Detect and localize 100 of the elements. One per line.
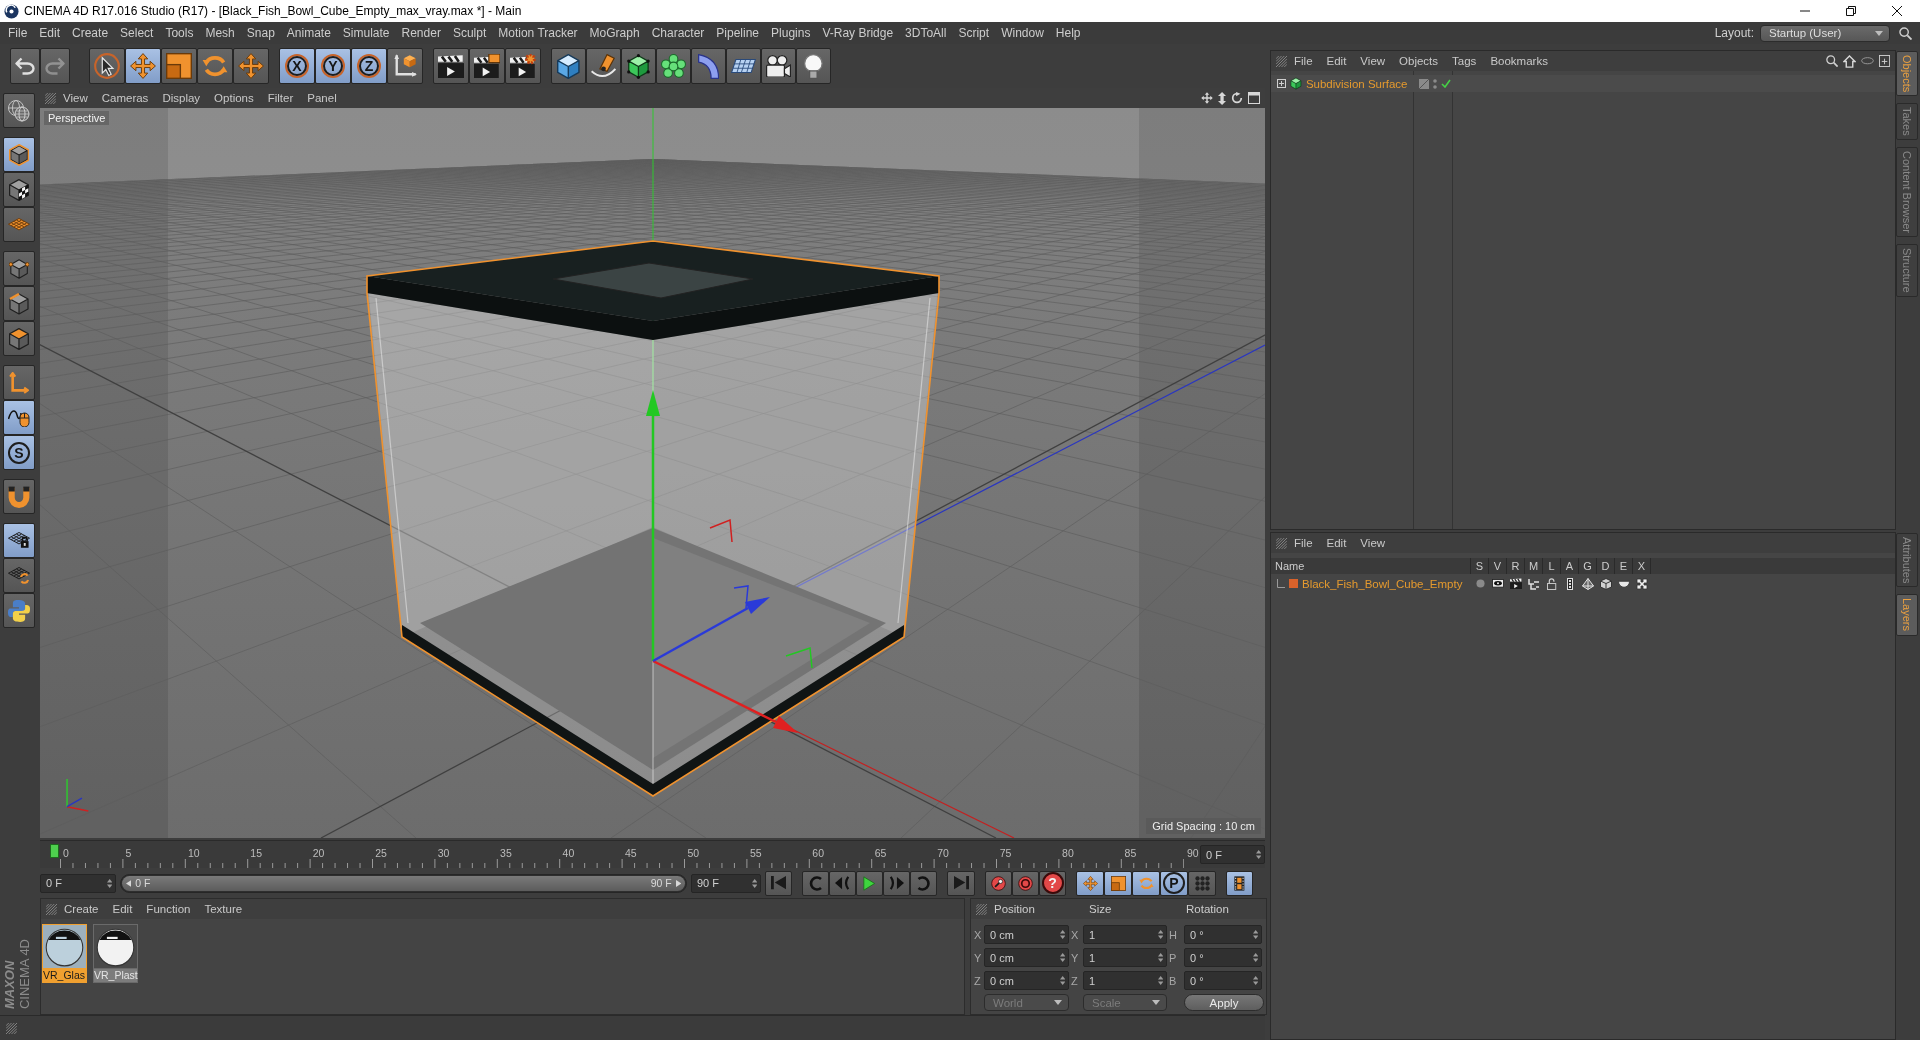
viewport-menu-item[interactable]: Panel xyxy=(300,89,344,107)
search-icon[interactable] xyxy=(1825,55,1838,67)
pyramid-icon[interactable] xyxy=(1582,577,1594,590)
points-mode-button[interactable] xyxy=(3,251,35,286)
material-item[interactable]: VR_Glas xyxy=(42,924,87,983)
python-button[interactable] xyxy=(3,593,35,628)
move-view-icon[interactable] xyxy=(1200,92,1213,104)
layout-dropdown[interactable]: Startup (User) xyxy=(1760,24,1890,42)
padlock-icon[interactable] xyxy=(1547,577,1557,590)
menu-item[interactable]: Character xyxy=(645,23,711,43)
menu-item[interactable]: Create xyxy=(66,23,115,43)
start-frame-field[interactable]: 0 F xyxy=(40,873,116,893)
axis-lock-button[interactable]: X xyxy=(279,48,315,84)
next-key-button[interactable] xyxy=(910,870,937,896)
subdivision-button[interactable] xyxy=(621,48,656,84)
close-icon[interactable] xyxy=(1892,6,1902,16)
menu-item[interactable]: Edit xyxy=(33,23,67,43)
axis-lock-button[interactable]: Y xyxy=(315,48,351,84)
menu-item[interactable]: Script xyxy=(952,23,996,43)
light-button[interactable] xyxy=(796,48,831,84)
play-button[interactable] xyxy=(856,870,883,896)
menu-item[interactable]: File xyxy=(2,23,34,43)
zoom-view-icon[interactable] xyxy=(1217,91,1226,105)
coordinate-field[interactable]: 1 xyxy=(1083,948,1167,967)
step-forward-button[interactable] xyxy=(883,870,910,896)
menu-item[interactable]: Select xyxy=(114,23,160,43)
polygons-mode-button[interactable] xyxy=(3,321,35,356)
menu-item[interactable]: Plugins xyxy=(765,23,817,43)
clapperboard-icon[interactable] xyxy=(1510,577,1522,590)
search-icon[interactable] xyxy=(1898,26,1912,40)
workplane-align-button[interactable] xyxy=(3,558,35,593)
hierarchy-icon[interactable] xyxy=(1528,577,1540,590)
layer-menu-item[interactable]: View xyxy=(1353,534,1393,552)
plane-handle[interactable] xyxy=(785,647,813,669)
scale-key-button[interactable] xyxy=(1104,870,1132,896)
scale-button[interactable] xyxy=(161,48,197,84)
coordinate-field[interactable]: 0 cm xyxy=(984,971,1069,990)
plane-handle[interactable] xyxy=(709,518,733,543)
expand-box-icon[interactable] xyxy=(1277,79,1286,88)
param-key-button[interactable]: P xyxy=(1160,870,1188,896)
dots-column-icon[interactable] xyxy=(1567,577,1573,590)
object-menu-item[interactable]: Bookmarks xyxy=(1483,52,1555,70)
coordinate-field[interactable]: 0 ° xyxy=(1184,971,1262,990)
coordinate-field[interactable]: 0 ° xyxy=(1184,925,1262,944)
object-menu-item[interactable]: Objects xyxy=(1392,52,1446,70)
viewport-menu-item[interactable]: Cameras xyxy=(94,89,156,107)
x-shape-icon[interactable] xyxy=(1636,577,1648,590)
object-menu-item[interactable]: File xyxy=(1287,52,1320,70)
rotate-view-icon[interactable] xyxy=(1231,92,1243,104)
range-handle[interactable]: 0 F 90 F xyxy=(122,875,685,891)
restore-icon[interactable] xyxy=(1846,6,1856,16)
object-row[interactable]: Subdivision Surface xyxy=(1271,75,1895,92)
y-axis-handle[interactable] xyxy=(646,390,660,661)
render-picture-button[interactable] xyxy=(469,48,505,84)
layer-menu-item[interactable]: Edit xyxy=(1319,534,1354,552)
key-query-button[interactable]: ? xyxy=(1039,870,1066,896)
snap-button[interactable] xyxy=(3,479,35,514)
live-select-button[interactable] xyxy=(89,48,125,84)
home-icon[interactable] xyxy=(1842,54,1856,68)
solo-button[interactable]: S xyxy=(3,435,35,470)
viewport-menu-item[interactable]: Options xyxy=(207,89,261,107)
coordinate-field[interactable]: 0 cm xyxy=(984,948,1069,967)
make-editable-button[interactable] xyxy=(3,93,35,128)
menu-item[interactable]: MoGraph xyxy=(583,23,646,43)
visibility-dots-icon[interactable] xyxy=(1433,78,1437,89)
material-menu-item[interactable]: Function xyxy=(139,900,198,918)
object-menu-item[interactable]: Edit xyxy=(1319,52,1354,70)
render-view-button[interactable] xyxy=(433,48,469,84)
check-icon[interactable] xyxy=(1441,79,1451,88)
tweak-mode-button[interactable] xyxy=(3,400,35,435)
material-menu-item[interactable]: Create xyxy=(57,900,106,918)
menu-item[interactable]: Pipeline xyxy=(710,23,766,43)
texture-mode-button[interactable] xyxy=(3,172,35,207)
menu-item[interactable]: Animate xyxy=(280,23,337,43)
end-frame-field[interactable]: 90 F xyxy=(691,873,761,893)
layer-color-swatch[interactable] xyxy=(1289,579,1298,588)
layer-menu-item[interactable]: File xyxy=(1287,534,1320,552)
record-button[interactable] xyxy=(985,870,1012,896)
camera-button[interactable] xyxy=(761,48,796,84)
eye-icon[interactable] xyxy=(1492,579,1504,588)
cloner-button[interactable] xyxy=(656,48,691,84)
slashed-square-icon[interactable] xyxy=(1419,78,1429,89)
menu-item[interactable]: Mesh xyxy=(199,23,241,43)
lock-workplane-button[interactable] xyxy=(3,523,35,558)
material-menu-item[interactable]: Edit xyxy=(105,900,140,918)
go-end-button[interactable] xyxy=(947,870,975,896)
apply-button[interactable]: Apply xyxy=(1184,994,1264,1011)
object-menu-item[interactable]: View xyxy=(1353,52,1393,70)
deformer-button[interactable] xyxy=(691,48,726,84)
render-settings-button[interactable] xyxy=(505,48,541,84)
menu-item[interactable]: 3DToAll xyxy=(899,23,953,43)
axis-lock-button[interactable]: Z xyxy=(351,48,387,84)
recent-tool-button[interactable] xyxy=(233,48,269,84)
axis-mode-button[interactable] xyxy=(3,365,35,400)
go-start-button[interactable] xyxy=(765,870,792,896)
bowl-icon[interactable] xyxy=(1618,579,1630,588)
timeline-button[interactable] xyxy=(1226,870,1253,896)
move-key-button[interactable] xyxy=(1076,870,1104,896)
viewport-menu-item[interactable]: Display xyxy=(155,89,208,107)
menu-item[interactable]: Help xyxy=(1049,23,1087,43)
